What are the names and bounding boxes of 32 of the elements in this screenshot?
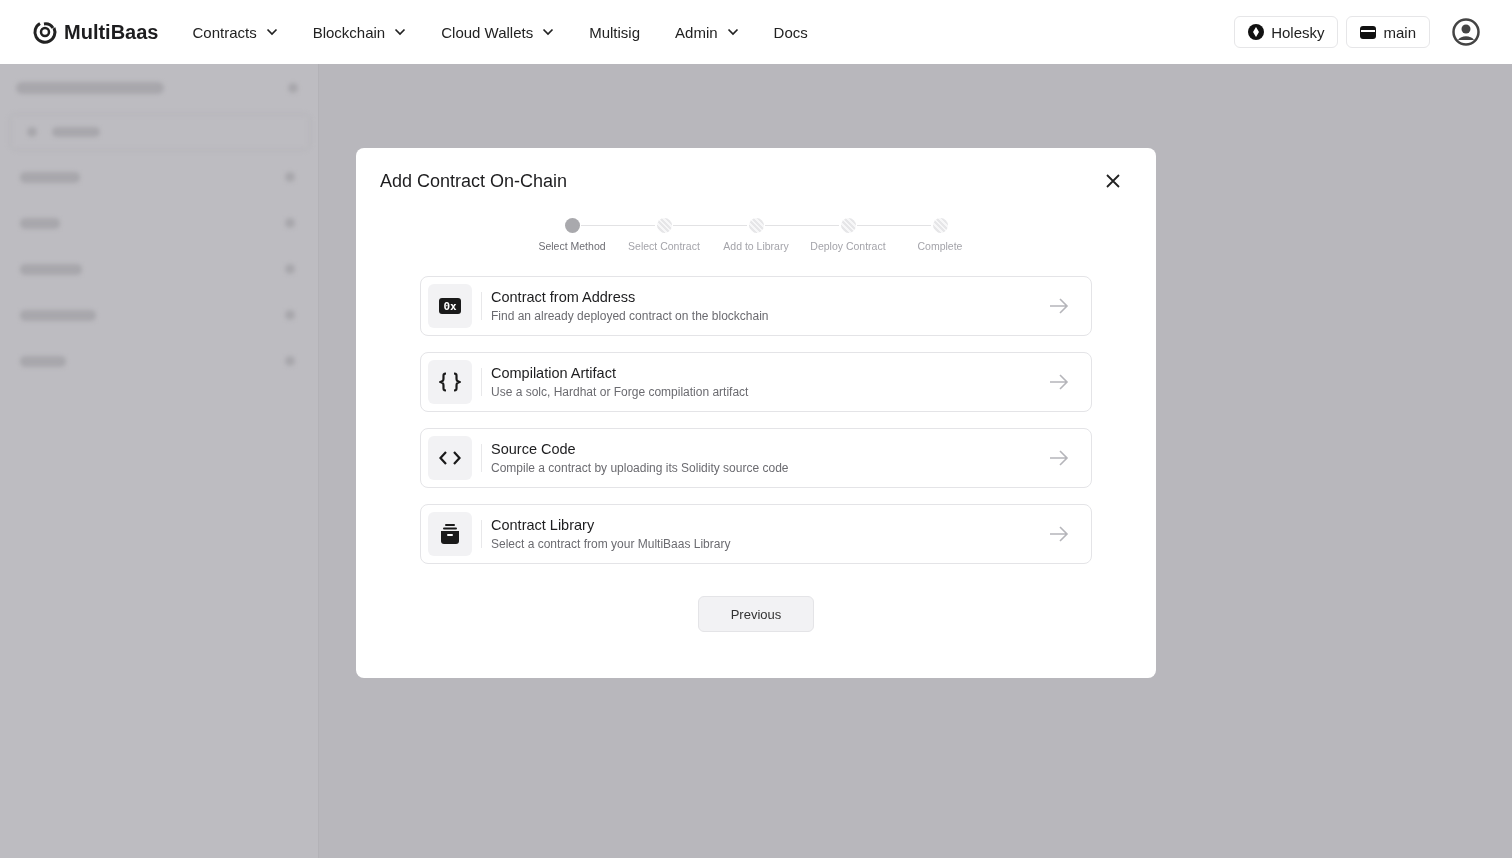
code-brackets-icon [439,451,461,465]
wallet-button[interactable]: main [1346,16,1430,48]
previous-button[interactable]: Previous [698,596,814,632]
logo-text: MultiBaas [64,20,159,44]
step-label: Add to Library [723,240,789,252]
archive-box-icon [440,524,460,544]
ethereum-icon [1248,24,1265,40]
nav-menu-item[interactable]: Multisig [589,23,641,41]
step-label: Deploy Contract [810,240,886,252]
step-label: Select Method [538,240,606,252]
wallet-icon [1360,25,1377,39]
step-label: Select Contract [628,240,700,252]
arrow-right-icon [1049,298,1069,314]
nav-menu-item[interactable]: Admin [675,23,739,41]
dialog-title: Add Contract On-Chain [380,170,568,192]
curly-braces-icon [439,372,461,392]
user-avatar-icon[interactable] [1452,18,1480,46]
option-card[interactable]: Source Code Compile a contract by uploading its Solidity source code [420,428,1092,488]
option-card[interactable]: Compilation Artifact Use a solc, Hardhat or Forge compilation artifact [420,352,1092,412]
hex-prefix-icon: 0x [439,298,461,314]
option-card[interactable]: 0x Contract from Address Find an already deployed contract on the blockchain [420,276,1092,336]
nav-menu-item[interactable]: Docs [773,23,808,41]
logo-icon [32,19,58,45]
arrow-right-icon [1049,450,1069,466]
nav-menu-item[interactable]: Contracts [192,23,278,41]
option-card[interactable]: Contract Library Select a contract from your MultiBaas Library [420,504,1092,564]
nav-menu-item[interactable]: Cloud Wallets [441,23,555,41]
arrow-right-icon [1049,526,1069,542]
arrow-right-icon [1049,374,1069,390]
nav-menu-item[interactable]: Blockchain [312,23,407,41]
step-label: Complete [917,240,963,252]
network-button[interactable]: Holesky [1234,16,1339,48]
